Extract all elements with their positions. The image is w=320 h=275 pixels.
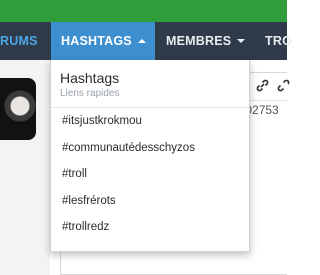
hashtag-link[interactable]: #communautédesschyzos [51, 135, 249, 162]
hashtag-link[interactable]: #itsjustkrokmou [51, 108, 249, 135]
nav-tab-membres[interactable]: MEMBRES [155, 22, 255, 60]
caret-down-icon [237, 39, 246, 43]
dropdown-title: Hashtags [60, 70, 120, 86]
nav-tab-more[interactable]: TRO [265, 22, 295, 60]
avatar[interactable] [0, 78, 36, 140]
dropdown-subtitle: Liens rapides [60, 88, 120, 99]
hashtag-link[interactable]: #troll [51, 161, 249, 188]
main-navbar: RUMS HASHTAGS MEMBRES TRO [0, 22, 292, 60]
top-bar [0, 0, 287, 22]
nav-tab-forums[interactable]: RUMS [0, 22, 50, 60]
nav-tab-membres-label: MEMBRES [166, 34, 232, 48]
hashtag-link[interactable]: #trollredz [51, 214, 249, 241]
nav-tab-hashtags-label: HASHTAGS [61, 34, 132, 48]
caret-up-icon [137, 39, 146, 43]
nav-tab-hashtags[interactable]: HASHTAGS [51, 22, 155, 60]
unlink-icon[interactable] [277, 79, 290, 95]
hashtags-dropdown: Hashtags Liens rapides #itsjustkrokmou #… [50, 60, 250, 252]
dropdown-header: Hashtags Liens rapides [51, 60, 249, 108]
hashtag-link[interactable]: #lesfrérots [51, 188, 249, 215]
link-icon[interactable] [256, 79, 269, 95]
